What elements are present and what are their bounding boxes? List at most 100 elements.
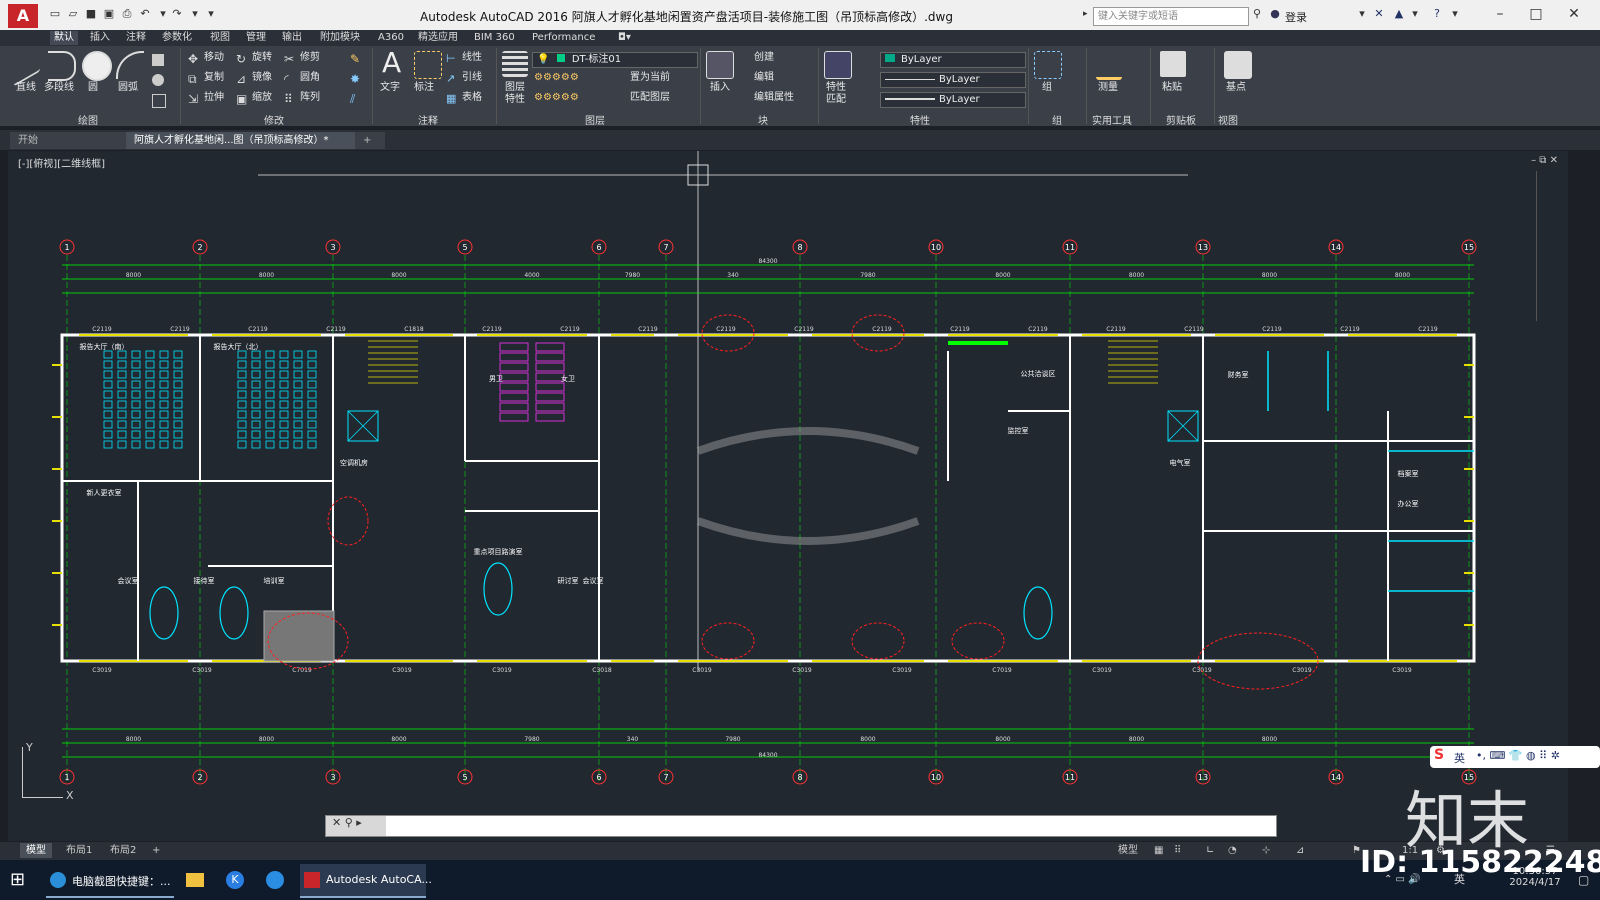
hatch-icon[interactable] bbox=[152, 74, 164, 86]
undo-icon[interactable]: ↶ bbox=[138, 7, 152, 21]
boundary-icon[interactable] bbox=[152, 94, 166, 108]
tab-a360[interactable]: A360 bbox=[374, 31, 408, 45]
rectangle-icon[interactable] bbox=[152, 54, 164, 66]
layer-tools-icon[interactable]: ⚙⚙⚙⚙⚙ bbox=[534, 92, 579, 104]
ribbon-minimize-icon[interactable]: ◘▾ bbox=[614, 31, 635, 45]
windows-start-icon[interactable]: ⊞ bbox=[10, 864, 34, 896]
add-layout-icon[interactable]: + bbox=[146, 843, 166, 858]
tab-annotate[interactable]: 注释 bbox=[122, 31, 150, 45]
groups-panel-label[interactable]: 组 bbox=[1052, 112, 1062, 127]
modify-panel-label[interactable]: 修改 bbox=[264, 112, 284, 127]
layer-states-icon[interactable]: ⚙⚙⚙⚙⚙ bbox=[534, 72, 579, 84]
offset-icon[interactable]: ⫽ bbox=[350, 92, 362, 106]
tab-manage[interactable]: 管理 bbox=[242, 31, 270, 45]
mirror-tool[interactable]: 镜像 bbox=[252, 72, 272, 84]
base-point-tool[interactable]: 基点 bbox=[1226, 82, 1246, 94]
linear-dim-tool[interactable]: 线性 bbox=[462, 52, 482, 64]
polyline-icon[interactable] bbox=[48, 51, 76, 81]
open-file-icon[interactable]: ▱ bbox=[66, 7, 80, 21]
properties-panel-label[interactable]: 特性 bbox=[910, 112, 930, 127]
line-tool[interactable]: 直线 bbox=[16, 82, 36, 94]
ortho-icon[interactable]: ∟ bbox=[1200, 843, 1220, 858]
tab-view[interactable]: 视图 bbox=[206, 31, 234, 45]
edit-attributes-tool[interactable]: 编辑属性 bbox=[754, 92, 794, 104]
tab-featured-apps[interactable]: 精选应用 bbox=[414, 31, 462, 45]
file-explorer-icon[interactable] bbox=[186, 864, 206, 896]
maximize-icon[interactable]: □ bbox=[1522, 4, 1550, 24]
dimension-icon[interactable] bbox=[414, 51, 442, 79]
autocad-logo-icon[interactable]: A bbox=[8, 4, 38, 28]
measure-tool[interactable]: 测量 bbox=[1098, 82, 1118, 94]
tab-start[interactable]: 开始 bbox=[10, 132, 136, 149]
tab-parametric[interactable]: 参数化 bbox=[158, 31, 196, 45]
layer-properties-icon[interactable] bbox=[502, 51, 528, 77]
color-dropdown[interactable]: ByLayer bbox=[880, 52, 1026, 68]
tab-bim360[interactable]: BIM 360 bbox=[470, 31, 519, 45]
view-panel-label[interactable]: 视图 bbox=[1218, 112, 1238, 127]
polyline-tool[interactable]: 多段线 bbox=[44, 82, 74, 94]
redo-dropdown-icon[interactable]: ▾ bbox=[188, 7, 202, 21]
command-line-tools[interactable]: ✕ ⚲ ▸ bbox=[326, 816, 386, 836]
match-properties-icon[interactable] bbox=[824, 51, 852, 79]
binoculars-icon[interactable]: ⚲ bbox=[1250, 7, 1264, 21]
base-point-icon[interactable] bbox=[1224, 51, 1252, 79]
arc-icon[interactable] bbox=[116, 51, 144, 79]
layout-tab-2[interactable]: 布局2 bbox=[104, 843, 142, 858]
login-dropdown-icon[interactable]: ▾ bbox=[1355, 7, 1369, 21]
edit-block-tool[interactable]: 编辑 bbox=[754, 72, 774, 84]
tab-output[interactable]: 输出 bbox=[278, 31, 306, 45]
arc-tool[interactable]: 圆弧 bbox=[118, 82, 138, 94]
model-space-button[interactable]: 模型 bbox=[1112, 843, 1144, 858]
leader-tool[interactable]: 引线 bbox=[462, 72, 482, 84]
layer-properties-tool[interactable]: 图层特性 bbox=[502, 82, 528, 106]
set-current-tool[interactable]: 置为当前 bbox=[630, 72, 670, 84]
tab-default[interactable]: 默认 bbox=[50, 31, 78, 45]
user-icon[interactable]: ● bbox=[1268, 7, 1282, 21]
circle-tool[interactable]: 圆 bbox=[88, 82, 98, 94]
group-tool[interactable]: 组 bbox=[1042, 82, 1052, 94]
help-dropdown-icon[interactable]: ▾ bbox=[1448, 7, 1462, 21]
a360-dropdown-icon[interactable]: ▾ bbox=[1408, 7, 1422, 21]
tab-addins[interactable]: 附加模块 bbox=[316, 31, 364, 45]
line-icon[interactable] bbox=[14, 43, 40, 87]
plot-icon[interactable]: ⎙ bbox=[120, 7, 134, 21]
copy-tool[interactable]: 复制 bbox=[204, 72, 224, 84]
new-file-icon[interactable]: ▭ bbox=[48, 7, 62, 21]
search-input[interactable]: 键入关键字或短语 bbox=[1093, 7, 1249, 26]
circle-icon[interactable] bbox=[82, 51, 112, 81]
close-icon[interactable]: ✕ bbox=[1560, 4, 1588, 24]
customize-qa-icon[interactable]: ▾ bbox=[204, 7, 218, 21]
insert-block-tool[interactable]: 插入 bbox=[710, 82, 730, 94]
move-tool[interactable]: 移动 bbox=[204, 52, 224, 64]
table-tool[interactable]: 表格 bbox=[462, 92, 482, 104]
tab-performance[interactable]: Performance bbox=[528, 31, 599, 45]
scale-tool[interactable]: 缩放 bbox=[252, 92, 272, 104]
paste-tool[interactable]: 粘贴 bbox=[1162, 82, 1182, 94]
ime-toolbar[interactable]: S 英 •, ⌨ 👕 ◍ ⠿ ✲ bbox=[1430, 746, 1600, 768]
layers-panel-label[interactable]: 图层 bbox=[585, 112, 605, 127]
match-properties-tool[interactable]: 特性匹配 bbox=[824, 82, 848, 106]
minimize-icon[interactable]: – bbox=[1486, 4, 1514, 24]
drawing-canvas[interactable]: [-][俯视][二维线框] – ⧉ ✕ 84300 84300 8000 8000 80… bbox=[8, 151, 1568, 841]
osnap-icon[interactable]: ⊹ bbox=[1256, 843, 1276, 858]
group-icon[interactable] bbox=[1034, 51, 1062, 79]
paste-icon[interactable] bbox=[1160, 51, 1186, 77]
command-line[interactable]: ✕ ⚲ ▸ bbox=[325, 815, 1277, 837]
draw-panel-label[interactable]: 绘图 bbox=[78, 112, 98, 127]
grid-icon[interactable]: ▦ bbox=[1148, 843, 1169, 858]
erase-icon[interactable]: ✎ bbox=[350, 52, 362, 66]
layout-tab-model[interactable]: 模型 bbox=[20, 843, 52, 858]
measure-icon[interactable] bbox=[1096, 51, 1122, 80]
stretch-tool[interactable]: 拉伸 bbox=[204, 92, 224, 104]
app-chat-icon[interactable] bbox=[266, 864, 286, 896]
layout-tab-1[interactable]: 布局1 bbox=[60, 843, 98, 858]
redo-icon[interactable]: ↷ bbox=[170, 7, 184, 21]
taskbar-item-autocad[interactable]: Autodesk AutoCA... bbox=[300, 864, 432, 898]
help-icon[interactable]: ? bbox=[1430, 7, 1444, 21]
polar-icon[interactable]: ◔ bbox=[1222, 843, 1243, 858]
lineweight-dropdown[interactable]: ByLayer bbox=[880, 92, 1026, 108]
array-tool[interactable]: 阵列 bbox=[300, 92, 320, 104]
text-tool[interactable]: 文字 bbox=[380, 82, 400, 94]
app-k-icon[interactable]: K bbox=[226, 864, 246, 896]
match-layer-tool[interactable]: 匹配图层 bbox=[630, 92, 670, 104]
